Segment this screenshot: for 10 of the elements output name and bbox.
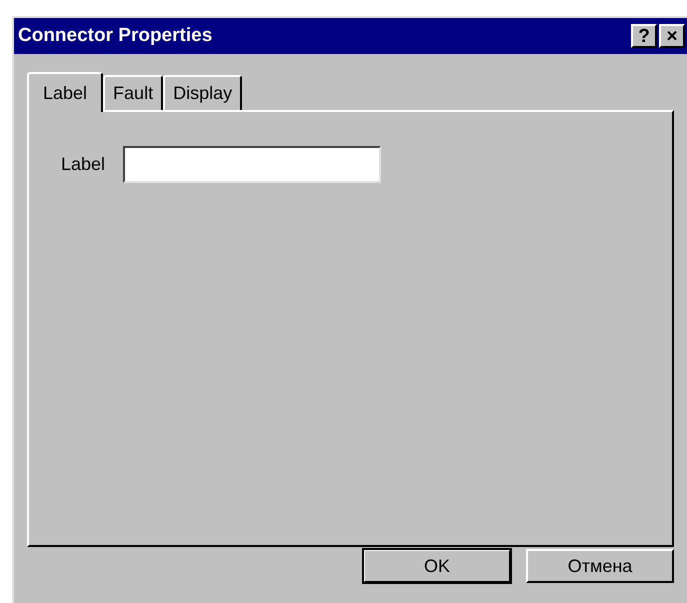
field-label: Label <box>61 153 106 176</box>
window-title: Connector Properties <box>18 24 212 48</box>
tab[interactable]: Label <box>27 72 104 112</box>
ok-button[interactable]: OK <box>363 549 511 583</box>
input-field[interactable] <box>123 146 382 183</box>
tab[interactable]: Display <box>163 75 242 110</box>
tab[interactable]: Fault <box>103 75 164 110</box>
cancel-button[interactable]: Отмена <box>526 549 674 583</box>
help-button[interactable]: ? <box>631 24 657 48</box>
close-button[interactable]: × <box>659 24 685 48</box>
